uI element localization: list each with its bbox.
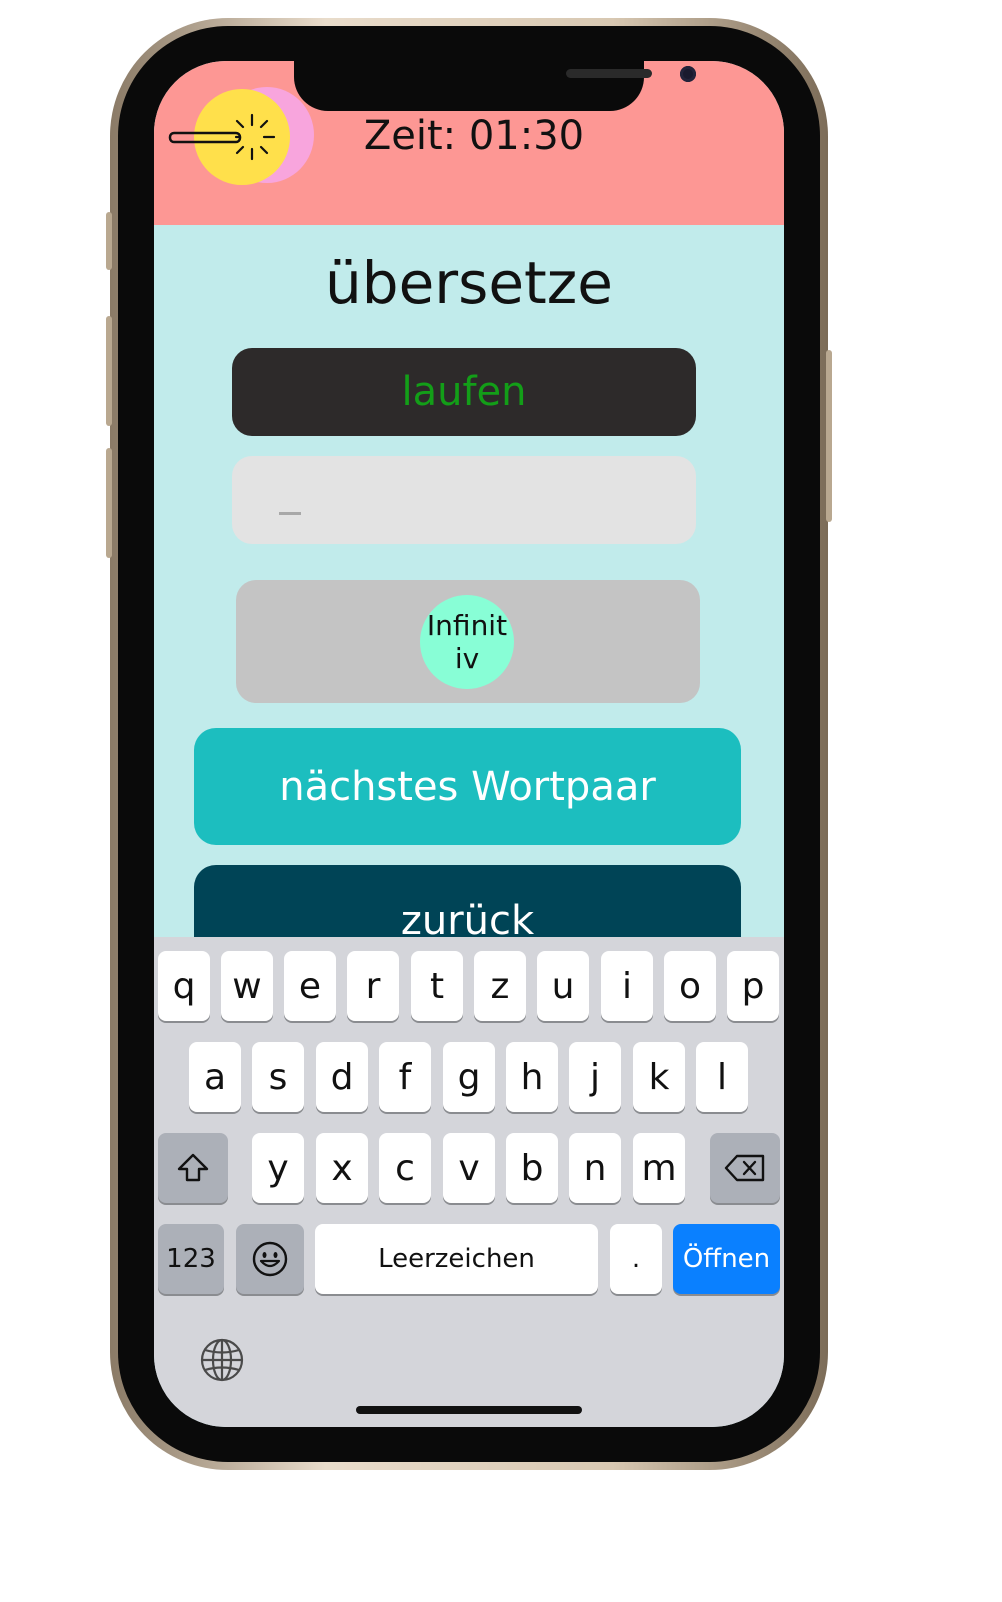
key-q[interactable]: q	[158, 951, 210, 1021]
key-i[interactable]: i	[601, 951, 653, 1021]
key-f[interactable]: f	[379, 1042, 431, 1112]
home-indicator[interactable]	[356, 1406, 582, 1414]
key-e[interactable]: e	[284, 951, 336, 1021]
app-screen: Zeit: 01:30 übersetze laufen Infinitiv n…	[154, 61, 784, 1427]
earpiece-speaker	[566, 69, 652, 78]
numbers-key[interactable]: 123	[158, 1224, 224, 1294]
emoji-key[interactable]	[236, 1224, 304, 1294]
hint-button[interactable]: Infinitiv	[420, 595, 514, 689]
key-j[interactable]: j	[569, 1042, 621, 1112]
key-h[interactable]: h	[506, 1042, 558, 1112]
emoji-icon	[252, 1241, 288, 1277]
key-d[interactable]: d	[316, 1042, 368, 1112]
key-k[interactable]: k	[633, 1042, 685, 1112]
page-title: übersetze	[325, 249, 613, 317]
globe-icon[interactable]	[199, 1337, 245, 1383]
backspace-icon	[724, 1154, 765, 1182]
camera-notch	[294, 61, 696, 111]
word-to-translate: laufen	[232, 348, 696, 436]
volume-down-button	[106, 448, 112, 558]
hint-panel: Infinitiv	[236, 580, 700, 703]
key-c[interactable]: c	[379, 1133, 431, 1203]
timer-display: Zeit: 01:30	[363, 113, 585, 159]
key-r[interactable]: r	[347, 951, 399, 1021]
key-m[interactable]: m	[633, 1133, 685, 1203]
key-l[interactable]: l	[696, 1042, 748, 1112]
key-u[interactable]: u	[537, 951, 589, 1021]
key-t[interactable]: t	[411, 951, 463, 1021]
key-s[interactable]: s	[252, 1042, 304, 1112]
shift-icon	[177, 1153, 209, 1182]
front-camera	[680, 66, 696, 82]
next-word-pair-button[interactable]: nächstes Wortpaar	[194, 728, 741, 845]
answer-input[interactable]	[232, 456, 696, 544]
shift-key[interactable]	[158, 1133, 228, 1203]
backspace-key[interactable]	[710, 1133, 780, 1203]
key-o[interactable]: o	[664, 951, 716, 1021]
volume-up-button	[106, 316, 112, 426]
space-key[interactable]: Leerzeichen	[315, 1224, 598, 1294]
mute-switch	[106, 212, 112, 270]
text-cursor	[279, 512, 301, 515]
key-g[interactable]: g	[443, 1042, 495, 1112]
return-key[interactable]: Öffnen	[673, 1224, 780, 1294]
period-key[interactable]: .	[610, 1224, 662, 1294]
key-x[interactable]: x	[316, 1133, 368, 1203]
key-w[interactable]: w	[221, 951, 273, 1021]
key-a[interactable]: a	[189, 1042, 241, 1112]
key-b[interactable]: b	[506, 1133, 558, 1203]
power-button	[826, 350, 832, 522]
magic-wand-icon[interactable]	[168, 113, 278, 163]
key-y[interactable]: y	[252, 1133, 304, 1203]
key-v[interactable]: v	[443, 1133, 495, 1203]
key-n[interactable]: n	[569, 1133, 621, 1203]
onscreen-keyboard: q w e r t z u i o p a s d f g h j k l y …	[154, 937, 784, 1427]
key-p[interactable]: p	[727, 951, 779, 1021]
key-z[interactable]: z	[474, 951, 526, 1021]
